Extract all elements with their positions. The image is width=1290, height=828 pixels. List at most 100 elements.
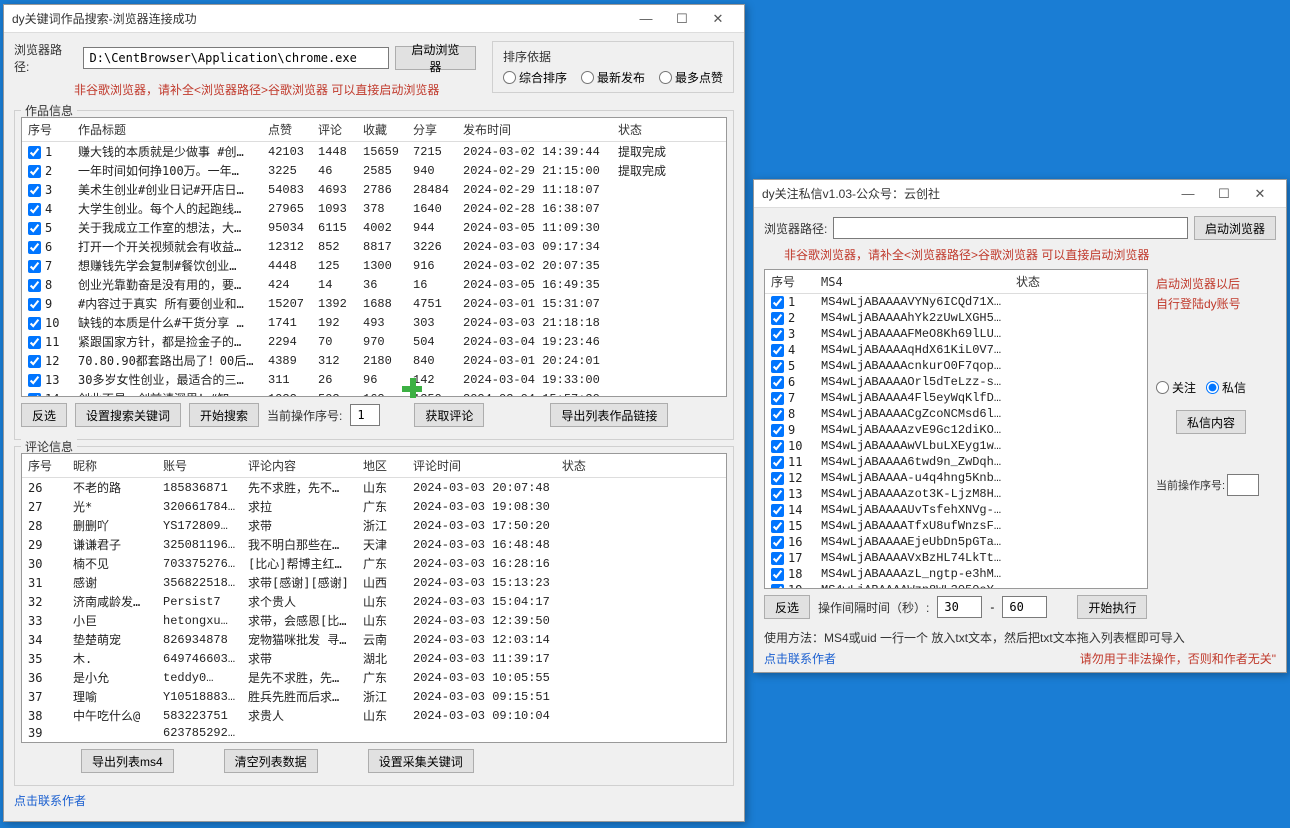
- row-checkbox[interactable]: [28, 203, 41, 216]
- row-checkbox[interactable]: [771, 504, 784, 517]
- table-row[interactable]: 12MS4wLjABAAAA-u4q4hng5Knb2h…: [765, 470, 1147, 486]
- row-checkbox[interactable]: [771, 328, 784, 341]
- titlebar[interactable]: dy关键词作品搜索-浏览器连接成功 — ☐ ✕: [4, 5, 744, 33]
- row-checkbox[interactable]: [771, 536, 784, 549]
- table-row[interactable]: 31感谢35682251837求带[感谢][感谢]山西2024-03-03 15…: [22, 573, 726, 592]
- table-row[interactable]: 5MS4wLjABAAAAcnkurO0F7qopeq…: [765, 358, 1147, 374]
- table-row[interactable]: 14MS4wLjABAAAAUvTsfehXNVg-7Z…: [765, 502, 1147, 518]
- table-row[interactable]: 30楠不见70337527691[比心]帮博主红…广东2024-03-03 16…: [22, 554, 726, 573]
- table-row[interactable]: 10MS4wLjABAAAAwVLbuLXEyg1w-x…: [765, 438, 1147, 454]
- row-checkbox[interactable]: [771, 472, 784, 485]
- clear-list-button[interactable]: 清空列表数据: [224, 749, 318, 773]
- table-row[interactable]: 7想赚钱先学会复制#餐饮创业…444812513009162024-03-02 …: [22, 256, 726, 275]
- table-row[interactable]: 4大学生创业。每个人的起跑线…27965109337816402024-02-2…: [22, 199, 726, 218]
- table-row[interactable]: 9#内容过于真实 所有要创业和…152071392168847512024-03…: [22, 294, 726, 313]
- table-row[interactable]: 17MS4wLjABAAAAVxBzHL74LkTtrE…: [765, 550, 1147, 566]
- table-row[interactable]: 8MS4wLjABAAAACgZcoNCMsd6lm…: [765, 406, 1147, 422]
- row-checkbox[interactable]: [28, 317, 41, 330]
- row-checkbox[interactable]: [28, 298, 41, 311]
- table-row[interactable]: 10缺钱的本质是什么#干货分享 …17411924933032024-03-03…: [22, 313, 726, 332]
- row-checkbox[interactable]: [28, 355, 41, 368]
- maximize-icon[interactable]: ☐: [664, 7, 700, 31]
- dm-content-button[interactable]: 私信内容: [1176, 410, 1246, 434]
- row-checkbox[interactable]: [28, 279, 41, 292]
- table-row[interactable]: 1MS4wLjABAAAAVYNy6ICQd71X-n…: [765, 294, 1147, 311]
- table-row[interactable]: 37理喻Y1051888327胜兵先胜而后求…浙江2024-03-03 09:1…: [22, 687, 726, 706]
- table-row[interactable]: 28删删吖YS172809…求带浙江2024-03-03 17:50:20: [22, 516, 726, 535]
- table-row[interactable]: 18MS4wLjABAAAAzL_ngtp-e3hMm4…: [765, 566, 1147, 582]
- browser-path-input[interactable]: [833, 217, 1188, 239]
- table-row[interactable]: 16MS4wLjABAAAAEjeUbDn5pGTaTX…: [765, 534, 1147, 550]
- table-row[interactable]: 32济南咸龄发…Persist7求个贵人山东2024-03-03 15:04:1…: [22, 592, 726, 611]
- row-checkbox[interactable]: [771, 296, 784, 309]
- start-execute-button[interactable]: 开始执行: [1077, 595, 1147, 619]
- row-checkbox[interactable]: [771, 408, 784, 421]
- export-ms4-button[interactable]: 导出列表ms4: [81, 749, 174, 773]
- table-row[interactable]: 9MS4wLjABAAAAzvE9Gc12diKO0x…: [765, 422, 1147, 438]
- interval-from-input[interactable]: [937, 596, 982, 618]
- current-op-input[interactable]: [1227, 474, 1259, 496]
- row-checkbox[interactable]: [771, 520, 784, 533]
- ms4-table-wrap[interactable]: 序号 MS4 状态 1MS4wLjABAAAAVYNy6ICQd71X-n…2M…: [764, 269, 1148, 589]
- row-checkbox[interactable]: [771, 552, 784, 565]
- table-row[interactable]: 36是小允teddy0…是先不求胜，先…广东2024-03-03 10:05:5…: [22, 668, 726, 687]
- table-row[interactable]: 8创业光靠勤奋是没有用的，要…4241436162024-03-05 16:49…: [22, 275, 726, 294]
- radio-comprehensive[interactable]: 综合排序: [503, 69, 567, 86]
- invert-selection-button[interactable]: 反选: [764, 595, 810, 619]
- table-row[interactable]: 40赤岇385247…帽子厂家求合作河北2024-03-02 20:45:45: [22, 741, 726, 743]
- row-checkbox[interactable]: [771, 344, 784, 357]
- works-table-wrap[interactable]: 序号 作品标题 点赞 评论 收藏 分享 发布时间 状态 1赚大钱的本质就是少做事…: [21, 117, 727, 397]
- minimize-icon[interactable]: —: [628, 7, 664, 31]
- comments-table-wrap[interactable]: 序号 昵称 账号 评论内容 地区 评论时间 状态 26不老的路185836871…: [21, 453, 727, 743]
- table-row[interactable]: 34垫楚萌宠826934878宠物猫咪批发 寻…云南2024-03-03 12:…: [22, 630, 726, 649]
- current-op-input[interactable]: [350, 404, 380, 426]
- row-checkbox[interactable]: [28, 393, 41, 398]
- table-row[interactable]: 29谦谦君子32508119675我不明白那些在…天津2024-03-03 16…: [22, 535, 726, 554]
- table-row[interactable]: 5关于我成立工作室的想法，大…95034611540029442024-03-0…: [22, 218, 726, 237]
- table-row[interactable]: 2MS4wLjABAAAAhYk2zUwLXGH5BV…: [765, 310, 1147, 326]
- table-row[interactable]: 33小巨hetongxu…求带，会感恩[比心]山东2024-03-03 12:3…: [22, 611, 726, 630]
- radio-newest[interactable]: 最新发布: [581, 69, 645, 86]
- invert-selection-button[interactable]: 反选: [21, 403, 67, 427]
- row-checkbox[interactable]: [28, 260, 41, 273]
- set-search-keyword-button[interactable]: 设置搜索关键词: [75, 403, 181, 427]
- table-row[interactable]: 35木.64974660336求带湖北2024-03-03 11:39:17: [22, 649, 726, 668]
- row-checkbox[interactable]: [771, 568, 784, 581]
- row-checkbox[interactable]: [771, 376, 784, 389]
- browser-path-input[interactable]: [83, 47, 389, 69]
- table-row[interactable]: 3962378529243: [22, 725, 726, 741]
- table-row[interactable]: 13MS4wLjABAAAAzot3K-LjzM8H_P…: [765, 486, 1147, 502]
- row-checkbox[interactable]: [771, 456, 784, 469]
- row-checkbox[interactable]: [28, 222, 41, 235]
- contact-author-link[interactable]: 点击联系作者: [14, 792, 734, 809]
- set-collect-keyword-button[interactable]: 设置采集关键词: [368, 749, 474, 773]
- table-row[interactable]: 15MS4wLjABAAAATfxU8ufWnzsFbe…: [765, 518, 1147, 534]
- table-row[interactable]: 2一年时间如何挣100万。一年…32254625859402024-02-29 …: [22, 161, 726, 180]
- row-checkbox[interactable]: [28, 336, 41, 349]
- row-checkbox[interactable]: [28, 241, 41, 254]
- table-row[interactable]: 6打开一个开关视频就会有收益…12312852881732262024-03-0…: [22, 237, 726, 256]
- table-row[interactable]: 3MS4wLjABAAAAFMeO8Kh69lLUnd…: [765, 326, 1147, 342]
- row-checkbox[interactable]: [28, 374, 41, 387]
- radio-most-liked[interactable]: 最多点赞: [659, 69, 723, 86]
- table-row[interactable]: 6MS4wLjABAAAAOrl5dTeLzz-sey…: [765, 374, 1147, 390]
- table-row[interactable]: 27光*32066178464求拉广东2024-03-03 19:08:30: [22, 497, 726, 516]
- row-checkbox[interactable]: [28, 146, 41, 159]
- row-checkbox[interactable]: [771, 392, 784, 405]
- interval-to-input[interactable]: [1002, 596, 1047, 618]
- launch-browser-button[interactable]: 启动浏览器: [395, 46, 476, 70]
- radio-follow[interactable]: 关注: [1156, 379, 1196, 396]
- close-icon[interactable]: ✕: [700, 7, 736, 31]
- contact-author-link[interactable]: 点击联系作者: [764, 650, 836, 667]
- table-row[interactable]: 3美术生创业#创业日记#开店日…5408346932786284842024-0…: [22, 180, 726, 199]
- get-comments-button[interactable]: 获取评论: [414, 403, 484, 427]
- row-checkbox[interactable]: [771, 360, 784, 373]
- radio-dm[interactable]: 私信: [1206, 379, 1246, 396]
- table-row[interactable]: 1330多岁女性创业，最适合的三…31126961422024-03-04 19…: [22, 370, 726, 389]
- close-icon[interactable]: ✕: [1242, 182, 1278, 206]
- table-row[interactable]: 4MS4wLjABAAAAqHdX61KiL0V7LE…: [765, 342, 1147, 358]
- row-checkbox[interactable]: [771, 488, 784, 501]
- launch-browser-button[interactable]: 启动浏览器: [1194, 216, 1276, 240]
- maximize-icon[interactable]: ☐: [1206, 182, 1242, 206]
- row-checkbox[interactable]: [771, 584, 784, 589]
